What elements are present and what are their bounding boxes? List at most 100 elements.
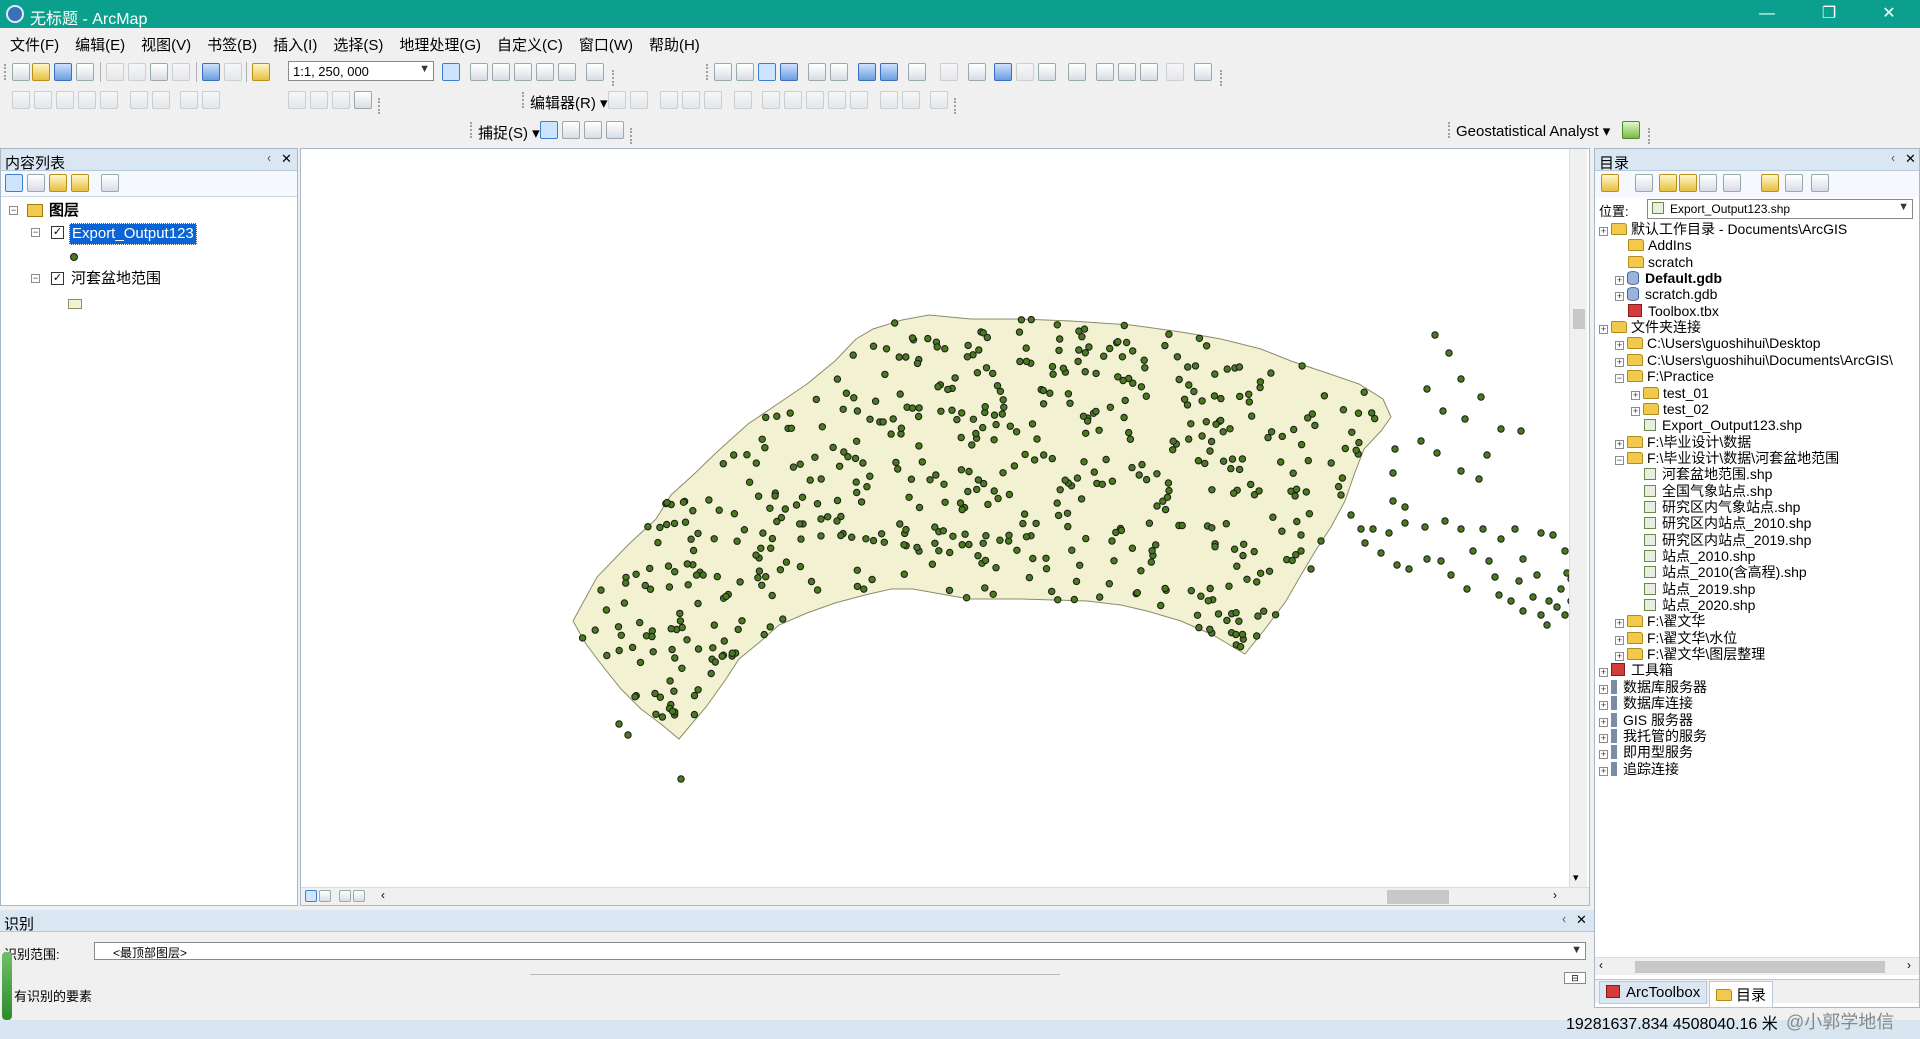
station-point[interactable] — [1010, 462, 1019, 470]
station-point[interactable] — [1056, 486, 1064, 494]
station-point[interactable] — [1029, 554, 1037, 563]
station-point[interactable] — [1039, 400, 1048, 408]
station-point[interactable] — [1355, 438, 1363, 447]
station-point[interactable] — [965, 467, 973, 476]
station-point[interactable] — [1141, 364, 1149, 372]
station-point[interactable] — [1212, 420, 1220, 428]
forward-extent-icon[interactable] — [880, 63, 898, 81]
station-point[interactable] — [998, 410, 1006, 418]
station-point[interactable] — [1040, 451, 1048, 459]
station-point[interactable] — [740, 526, 749, 534]
station-point[interactable] — [1193, 611, 1202, 619]
station-point[interactable] — [1061, 476, 1069, 484]
station-point[interactable] — [829, 443, 837, 452]
station-point[interactable] — [958, 505, 966, 514]
station-point[interactable] — [1092, 369, 1100, 378]
station-point[interactable] — [1096, 593, 1104, 601]
station-point[interactable] — [892, 458, 900, 467]
station-point[interactable] — [683, 636, 691, 644]
station-point[interactable] — [939, 527, 947, 535]
station-point[interactable] — [1206, 447, 1214, 455]
station-point[interactable] — [1236, 392, 1244, 401]
station-point[interactable] — [931, 523, 939, 531]
sketch-properties-icon[interactable] — [152, 91, 170, 109]
station-point[interactable] — [1187, 587, 1195, 595]
station-point[interactable] — [958, 409, 966, 417]
station-point[interactable] — [694, 645, 703, 653]
catalog-item[interactable]: + F:\翟文华\图层整理 — [1615, 646, 1765, 662]
station-point[interactable] — [972, 429, 980, 438]
station-point[interactable] — [758, 581, 766, 589]
station-point[interactable] — [1461, 415, 1469, 423]
station-point[interactable] — [730, 510, 739, 518]
station-point[interactable] — [1063, 509, 1072, 517]
station-point[interactable] — [849, 351, 857, 359]
station-point[interactable] — [1120, 413, 1128, 422]
station-point[interactable] — [636, 658, 645, 667]
station-point[interactable] — [1228, 455, 1237, 463]
station-point[interactable] — [759, 529, 767, 537]
station-point[interactable] — [1075, 346, 1083, 354]
fixed-zoom-out-icon[interactable] — [830, 63, 848, 81]
station-point[interactable] — [707, 669, 715, 678]
catalog-item[interactable]: 站点_2010.shp — [1631, 548, 1755, 564]
station-point[interactable] — [1208, 524, 1216, 532]
station-point[interactable] — [1187, 420, 1195, 428]
station-point[interactable] — [881, 370, 889, 379]
station-point[interactable] — [730, 451, 738, 459]
pin-icon[interactable]: ᚲ — [265, 151, 273, 166]
station-point[interactable] — [907, 475, 916, 483]
catalog-item[interactable]: + 追踪连接 — [1599, 761, 1679, 777]
layout-view-icon[interactable] — [319, 890, 331, 902]
station-point[interactable] — [1055, 346, 1063, 355]
identify-range-combo[interactable]: <最顶部图层> ▼ — [94, 942, 1586, 960]
menu-bookmarks[interactable]: 书签(B) — [201, 30, 263, 59]
station-point[interactable] — [1515, 577, 1523, 585]
station-point[interactable] — [990, 411, 999, 419]
station-point[interactable] — [1000, 403, 1008, 411]
station-point[interactable] — [1240, 540, 1248, 548]
station-point[interactable] — [989, 369, 997, 378]
station-point[interactable] — [1248, 412, 1256, 420]
station-point[interactable] — [868, 575, 876, 584]
station-point[interactable] — [1327, 459, 1335, 467]
station-point[interactable] — [1311, 421, 1319, 430]
station-point[interactable] — [1025, 573, 1034, 582]
station-point[interactable] — [1016, 357, 1024, 366]
station-point[interactable] — [1393, 561, 1401, 569]
station-point[interactable] — [1338, 474, 1347, 482]
station-point[interactable] — [710, 621, 718, 629]
list-by-selection-icon[interactable] — [71, 174, 89, 192]
station-point[interactable] — [1214, 610, 1223, 618]
station-point[interactable] — [614, 623, 623, 631]
station-point[interactable] — [728, 649, 736, 657]
catalog-options-icon[interactable] — [1811, 174, 1829, 192]
station-point[interactable] — [1533, 571, 1541, 579]
save-icon[interactable] — [54, 63, 72, 81]
station-point[interactable] — [768, 591, 776, 600]
station-point[interactable] — [1046, 389, 1054, 397]
station-point[interactable] — [1238, 630, 1247, 639]
station-point[interactable] — [1152, 541, 1160, 549]
station-point[interactable] — [853, 488, 861, 497]
station-point[interactable] — [758, 435, 766, 443]
station-point[interactable] — [1457, 467, 1465, 475]
toc-options-icon[interactable] — [101, 174, 119, 192]
station-point[interactable] — [1445, 349, 1453, 357]
close-panel-icon[interactable]: ✕ — [281, 151, 292, 167]
scrollbar-thumb[interactable] — [1635, 961, 1885, 973]
catalog-item[interactable]: + scratch.gdb — [1615, 286, 1717, 302]
station-point[interactable] — [1161, 341, 1169, 350]
station-point[interactable] — [848, 533, 856, 541]
rotate-icon[interactable] — [850, 91, 868, 109]
open-folder-icon[interactable] — [32, 63, 50, 81]
list-by-drawing-order-icon[interactable] — [5, 174, 23, 192]
station-point[interactable] — [1033, 435, 1041, 443]
station-point[interactable] — [597, 586, 605, 594]
station-point[interactable] — [1021, 450, 1029, 459]
station-point[interactable] — [1066, 399, 1074, 408]
station-point[interactable] — [902, 525, 910, 534]
station-point[interactable] — [1118, 353, 1127, 361]
station-point[interactable] — [946, 548, 954, 557]
close-button[interactable]: ✕ — [1866, 0, 1912, 28]
